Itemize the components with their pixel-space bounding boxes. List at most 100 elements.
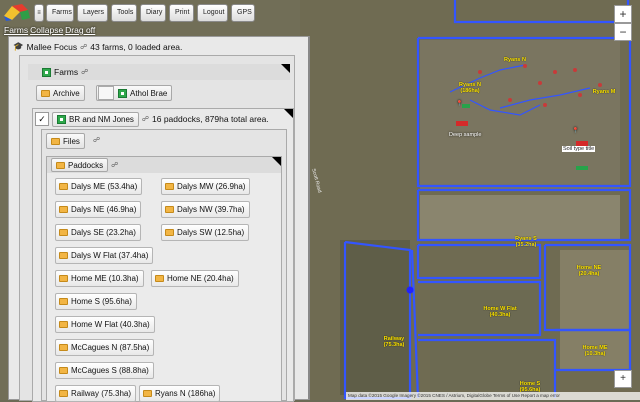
paddock-button[interactable]: McCagues S (88.8ha) xyxy=(55,362,154,379)
gps-button[interactable]: GPS xyxy=(231,4,255,22)
client-section: ✓ BR and NM Jones ☍ 16 paddocks, 879ha t… xyxy=(32,108,294,402)
paddock-label: McCagues S (88.8ha) xyxy=(71,366,149,375)
map-label: Home W Flat (40.3ha) xyxy=(483,306,517,318)
paddock-button[interactable]: Ryans N (186ha) xyxy=(139,385,221,402)
link-icon[interactable]: ☍ xyxy=(93,136,100,144)
farms-button[interactable]: Farms xyxy=(46,4,74,22)
paddock-button[interactable]: Home S (95.6ha) xyxy=(55,293,137,310)
zoom-out-button[interactable]: − xyxy=(614,23,632,41)
paddock-button[interactable]: Dalys NE (46.9ha) xyxy=(55,201,142,218)
client-summary: 16 paddocks, 879ha total area. xyxy=(152,114,269,124)
field-icon xyxy=(59,321,68,328)
farm-icon xyxy=(42,67,51,77)
field-icon xyxy=(59,344,68,351)
paddock-button[interactable]: Dalys NW (39.7ha) xyxy=(161,201,250,218)
paddock-button[interactable]: Dalys ME (53.4ha) xyxy=(55,178,143,195)
map-label: Home ME (10.3ha) xyxy=(582,345,608,357)
client-button[interactable]: BR and NM Jones xyxy=(52,111,139,127)
files-section: Files ☍ Paddocks ☍ Dalys ME (53.4ha) Dal… xyxy=(41,129,287,402)
paddock-button[interactable]: Railway (75.3ha) xyxy=(55,385,137,402)
paddock-button[interactable]: Dalys SE (23.2ha) xyxy=(55,224,141,241)
panel-nav-links: Farms Collapse Drag off xyxy=(4,25,97,35)
field-icon xyxy=(143,390,152,397)
farm-athol-brae-button[interactable]: Athol Brae xyxy=(96,85,173,101)
farms-title: Farms xyxy=(54,67,79,77)
client-checkbox[interactable]: ✓ xyxy=(35,112,49,126)
link-icon[interactable]: ☍ xyxy=(81,68,88,76)
collapse-link[interactable]: Collapse xyxy=(30,25,63,35)
map-label: Soil type title xyxy=(562,146,596,152)
paddock-label: Home S (95.6ha) xyxy=(71,297,132,306)
paddock-label: Railway (75.3ha) xyxy=(71,389,132,398)
drag-off-link[interactable]: Drag off xyxy=(65,25,95,35)
folder-icon xyxy=(41,89,50,97)
collapse-corner-icon[interactable] xyxy=(284,109,293,118)
farm-name: Athol Brae xyxy=(130,88,168,98)
paddocks-button[interactable]: Paddocks xyxy=(51,158,109,172)
logout-button[interactable]: Logout xyxy=(197,4,228,22)
paddock-label: McCagues N (87.5ha) xyxy=(71,343,150,352)
paddock-label: Dalys NE (46.9ha) xyxy=(71,205,137,214)
farms-section: Farms ☍ Archive Athol Brae ✓ BR and NM J… xyxy=(19,55,295,402)
zoom-in-button[interactable]: + xyxy=(614,5,632,23)
paddock-button[interactable]: Home W Flat (40.3ha) xyxy=(55,316,155,333)
print-button[interactable]: Print xyxy=(169,4,194,22)
map-label: Ryans S (35.2ha) xyxy=(515,236,537,248)
layers-button[interactable]: Layers xyxy=(77,4,108,22)
app-logo-icon xyxy=(4,4,30,21)
focus-summary: 43 farms, 0 loaded area. xyxy=(90,41,183,52)
paddock-label: Home ME (10.3ha) xyxy=(71,274,139,283)
files-title: Files xyxy=(63,136,80,146)
field-icon xyxy=(59,390,68,397)
paddock-label: Dalys NW (39.7ha) xyxy=(177,205,245,214)
paddock-label: Dalys MW (26.9ha) xyxy=(177,182,246,191)
field-icon xyxy=(59,298,68,305)
paddock-label: Dalys SW (12.5ha) xyxy=(177,228,245,237)
field-icon xyxy=(165,206,174,213)
client-name: BR and NM Jones xyxy=(69,114,134,124)
paddock-button[interactable]: Dalys MW (26.9ha) xyxy=(161,178,251,195)
field-icon xyxy=(59,367,68,374)
folder-icon xyxy=(56,161,65,169)
link-icon[interactable]: ☍ xyxy=(80,43,87,51)
map-attribution: Map data ©2015 Google Imagery ©2015 CNES… xyxy=(346,392,640,400)
paddock-button[interactable]: Home ME (10.3ha) xyxy=(55,270,144,287)
field-icon xyxy=(59,275,68,282)
farms-link[interactable]: Farms xyxy=(4,25,28,35)
archive-button[interactable]: Archive xyxy=(36,85,85,101)
map-label: Ryans N xyxy=(503,57,526,63)
collapse-corner-icon[interactable] xyxy=(281,64,290,73)
paddock-button[interactable]: Dalys SW (12.5ha) xyxy=(161,224,250,241)
focus-name: Mallee Focus xyxy=(26,41,78,52)
folder-icon xyxy=(51,137,60,145)
field-icon xyxy=(59,206,68,213)
collapse-corner-icon[interactable] xyxy=(272,157,281,166)
field-icon xyxy=(59,183,68,190)
map-label: Home NE (20.4ha) xyxy=(576,265,602,277)
farm-checkbox[interactable] xyxy=(98,86,114,100)
farms-panel: 🎓 Mallee Focus ☍ 43 farms, 0 loaded area… xyxy=(8,36,310,402)
menu-toggle-button[interactable]: ≡ xyxy=(34,4,44,22)
map-label: Ryans N (186ha) xyxy=(458,82,481,94)
zoom-in-bottom-button[interactable]: + xyxy=(614,370,632,388)
paddock-label: Home W Flat (40.3ha) xyxy=(71,320,150,329)
paddock-label: Home NE (20.4ha) xyxy=(167,274,234,283)
map-label: Railway (75.3ha) xyxy=(383,336,405,348)
paddock-label: Dalys SE (23.2ha) xyxy=(71,228,136,237)
diary-button[interactable]: Diary xyxy=(140,4,166,22)
farm-icon xyxy=(118,88,127,98)
paddock-button[interactable]: Dalys W Flat (37.4ha) xyxy=(55,247,154,264)
field-icon xyxy=(165,183,174,190)
map-marker-icon[interactable]: 📍 xyxy=(572,128,579,134)
field-icon xyxy=(59,252,68,259)
link-icon[interactable]: ☍ xyxy=(142,115,149,123)
paddock-button[interactable]: Home NE (20.4ha) xyxy=(151,270,239,287)
files-button[interactable]: Files xyxy=(46,133,85,149)
map-marker-icon[interactable]: 📍 xyxy=(456,101,463,107)
paddocks-title: Paddocks xyxy=(68,160,104,170)
paddocks-section: Paddocks ☍ Dalys ME (53.4ha) Dalys MW (2… xyxy=(46,156,282,402)
paddock-label: Dalys W Flat (37.4ha) xyxy=(71,251,149,260)
link-icon[interactable]: ☍ xyxy=(111,161,118,169)
tools-button[interactable]: Tools xyxy=(111,4,137,22)
paddock-button[interactable]: McCagues N (87.5ha) xyxy=(55,339,155,356)
